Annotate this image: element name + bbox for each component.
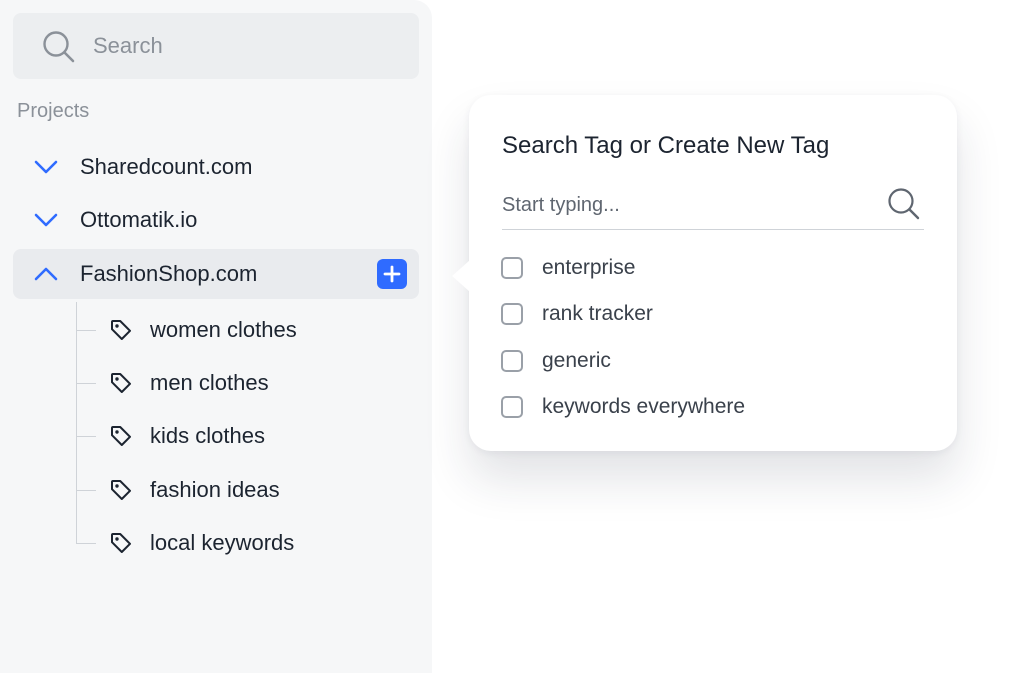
- tag-icon: [111, 533, 131, 553]
- tag-icon: [111, 480, 131, 500]
- tag-icon: [111, 373, 131, 393]
- project-fashionshop[interactable]: FashionShop.com: [13, 249, 419, 299]
- sidebar-search[interactable]: Search: [13, 13, 419, 79]
- tag-option-keywords-everywhere[interactable]: keywords everywhere: [501, 393, 901, 425]
- popover-title: Search Tag or Create New Tag: [502, 132, 830, 159]
- chevron-up-icon[interactable]: [33, 264, 59, 284]
- tag-icon: [111, 426, 131, 446]
- tag-item-women-clothes[interactable]: women clothes: [76, 310, 396, 350]
- tag-checkbox[interactable]: [501, 350, 523, 372]
- tag-option-generic[interactable]: generic: [501, 347, 901, 379]
- chevron-down-icon[interactable]: [33, 210, 59, 230]
- tag-checkbox[interactable]: [501, 303, 523, 325]
- tag-search-field[interactable]: [502, 183, 924, 230]
- project-sharedcount[interactable]: Sharedcount.com: [13, 142, 419, 192]
- tag-option-label: rank tracker: [542, 302, 653, 325]
- tag-label: fashion ideas: [150, 477, 280, 502]
- search-icon: [43, 31, 75, 63]
- tag-label: kids clothes: [150, 423, 265, 448]
- tag-search-input[interactable]: [502, 191, 862, 219]
- tag-checkbox[interactable]: [501, 396, 523, 418]
- tag-item-fashion-ideas[interactable]: fashion ideas: [76, 470, 396, 510]
- add-tag-button[interactable]: [377, 259, 407, 289]
- tree-branch: [76, 330, 96, 331]
- tag-popover: Search Tag or Create New Tag enterprise …: [469, 95, 957, 451]
- projects-heading: Projects: [17, 100, 90, 122]
- tag-option-label: generic: [542, 349, 611, 372]
- tag-option-rank-tracker[interactable]: rank tracker: [501, 300, 901, 332]
- tree-branch: [76, 383, 96, 384]
- project-ottomatik[interactable]: Ottomatik.io: [13, 195, 419, 245]
- popover-pointer: [452, 260, 470, 292]
- tree-branch: [76, 436, 96, 437]
- tag-icon: [111, 320, 131, 340]
- project-label: Sharedcount.com: [80, 154, 253, 179]
- tag-label: women clothes: [150, 317, 297, 342]
- chevron-down-icon[interactable]: [33, 157, 59, 177]
- tree-branch: [76, 543, 96, 544]
- project-sidebar: Search Projects Sharedcount.com Ottomati…: [0, 0, 432, 673]
- tree-branch: [76, 490, 96, 491]
- project-label: Ottomatik.io: [80, 207, 198, 232]
- tag-label: men clothes: [150, 370, 269, 395]
- tag-checkbox[interactable]: [501, 257, 523, 279]
- tag-item-local-keywords[interactable]: local keywords: [76, 523, 396, 563]
- tag-item-men-clothes[interactable]: men clothes: [76, 363, 396, 403]
- tag-option-label: enterprise: [542, 256, 636, 279]
- tag-label: local keywords: [150, 530, 295, 555]
- tag-item-kids-clothes[interactable]: kids clothes: [76, 416, 396, 456]
- search-placeholder: Search: [93, 33, 163, 58]
- project-label: FashionShop.com: [80, 261, 258, 286]
- plus-icon: [383, 265, 401, 283]
- tag-option-enterprise[interactable]: enterprise: [501, 254, 901, 286]
- tag-option-label: keywords everywhere: [542, 395, 746, 418]
- search-icon[interactable]: [886, 186, 922, 222]
